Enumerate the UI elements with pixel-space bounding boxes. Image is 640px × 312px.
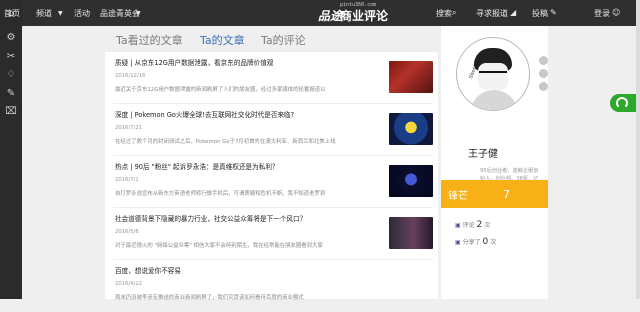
tab-comments[interactable]: Ta的评论: [261, 32, 306, 48]
article-title[interactable]: 热点 | 90后 "粉丝" 起诉罗永浩：是真维权还是为私利？: [115, 161, 279, 171]
list-item[interactable]: 百度，想说爱你不容易 2016/4/22 周末仍旧被李彦宏推送的商业新闻刷屏了，…: [113, 260, 433, 312]
article-thumbnail[interactable]: [389, 61, 433, 93]
avatar-body: [470, 90, 518, 110]
article-thumbnail[interactable]: [389, 165, 433, 197]
home-link[interactable]: 首页: [4, 8, 20, 19]
list-item[interactable]: 质疑 | 从京东12G用户数据泄露，看京东的品牌价值观 2016/12/16 最…: [113, 52, 433, 104]
article-excerpt: 在经过了数个月的封闭测试之后，Pokemon Go于7月初首先在澳大利亚、新西兰…: [115, 139, 336, 145]
article-thumbnail[interactable]: [389, 217, 433, 249]
megaphone-icon[interactable]: ◢: [510, 8, 516, 17]
author-profile-card: Shere Two 王子健 95后创业者，蓝鲸企服创始人，创业邦、36氪、亿欧网…: [441, 26, 548, 299]
lock-icon[interactable]: ⌧: [5, 106, 17, 118]
article-excerpt: 自打罗永浩宣布从新东方英语老师转行做手机后，可谓质疑和危机不断。我不知道老罗到: [115, 191, 326, 197]
user-icon[interactable]: ☺: [612, 8, 620, 17]
login-link[interactable]: 登录: [594, 8, 610, 19]
share-label: 分享了: [462, 239, 481, 246]
site-logo[interactable]: pintu360.com 品途 商业评论: [318, 2, 408, 23]
scrollbar[interactable]: [636, 0, 640, 299]
avatar[interactable]: Shere Two: [456, 37, 530, 111]
top-bar: 首页 频道 ▼ 活动 品途青英会 ▼ pintu360.com 品途 商业评论 …: [4, 0, 640, 26]
article-feed: 质疑 | 从京东12G用户数据泄露，看京东的品牌价值观 2016/12/16 最…: [105, 52, 438, 301]
comment-label: 评论: [462, 222, 475, 229]
badge-value: 7: [503, 188, 510, 201]
edit-icon[interactable]: ✎: [550, 8, 557, 17]
comment-icon: ▣: [455, 222, 461, 229]
badge-bar: 锋芒 7: [441, 180, 548, 208]
share-option-icon[interactable]: [539, 69, 548, 78]
share-unit: 次: [490, 239, 497, 246]
list-item[interactable]: 深度 | Pokemon Go火爆全球!去互联网社交化时代是否来临? 2016/…: [113, 104, 433, 156]
nav-channel[interactable]: 频道: [36, 8, 52, 19]
hat-icon[interactable]: ♢: [5, 69, 17, 81]
list-item[interactable]: 热点 | 90后 "粉丝" 起诉罗永浩：是真维权还是为私利？ 2016/7/1 …: [113, 156, 433, 208]
submit-article-link[interactable]: 投稿: [532, 8, 548, 19]
request-coverage-link[interactable]: 寻求报道: [476, 8, 508, 19]
article-date: 2016/5/6: [115, 229, 139, 235]
share-icon: ▣: [455, 239, 461, 246]
logo-mark: 品途: [318, 9, 343, 23]
share-value: 0: [482, 237, 489, 247]
list-item[interactable]: 社会道德背景下隐藏的暴力行业，社交公益众筹将是下一个风口？ 2016/5/6 对…: [113, 208, 433, 260]
comment-unit: 次: [484, 222, 491, 229]
search-icon[interactable]: ⌕: [452, 8, 456, 18]
article-date: 2016/4/22: [115, 281, 143, 287]
chevron-down-icon: ▼: [58, 10, 63, 17]
comment-value: 2: [476, 220, 483, 230]
share-count: ▣ 分享了 0 次: [455, 237, 496, 247]
tab-my-articles[interactable]: Ta的文章: [200, 32, 245, 48]
article-excerpt: 周末仍旧被李彦宏推送的商业新闻刷屏了，我们究竟该如何看待百度的商业模式: [115, 295, 304, 301]
badge-label: 锋芒: [448, 191, 468, 202]
article-date: 2016/7/1: [115, 177, 139, 183]
article-excerpt: 对于最近很火的 "网络公益众筹" 相信大家不会特别陌生，我在经常能在朋友圈看到大…: [115, 243, 323, 249]
article-date: 2016/12/16: [115, 73, 146, 79]
site-name: 商业评论: [340, 9, 389, 23]
nav-activity[interactable]: 活动: [74, 8, 90, 19]
tab-viewed-articles[interactable]: Ta看过的文章: [116, 32, 183, 48]
author-name: 王子健: [468, 149, 498, 160]
settings-icon[interactable]: ⚙: [5, 32, 17, 44]
search-link[interactable]: 搜索: [436, 8, 452, 19]
article-title[interactable]: 深度 | Pokemon Go火爆全球!去互联网社交化时代是否来临?: [115, 109, 294, 119]
article-excerpt: 最近关于京东12G用户数据泄露的新闻刷屏了人们的朋友圈，经过多家媒体的轮番报道以: [115, 87, 326, 93]
avatar-glasses: [479, 71, 507, 79]
wifi-icon: [616, 97, 628, 109]
nav-elite-club[interactable]: 品途青英会: [100, 8, 140, 19]
article-title[interactable]: 百度，想说爱你不容易: [115, 265, 181, 275]
left-rail: ⌂ ⚙ ✂ ♢ ✎ ⌧: [0, 0, 22, 299]
comment-count: ▣ 评论 2 次: [455, 220, 490, 230]
chevron-down-icon: ▼: [136, 10, 141, 17]
share-options: [539, 56, 548, 96]
tools-icon[interactable]: ✂: [5, 51, 17, 63]
article-title[interactable]: 社会道德背景下隐藏的暴力行业，社交公益众筹将是下一个风口？: [115, 213, 306, 223]
profile-tabs: Ta看过的文章 Ta的文章 Ta的评论: [116, 32, 436, 52]
article-title[interactable]: 质疑 | 从京东12G用户数据泄露，看京东的品牌价值观: [115, 57, 273, 67]
article-date: 2016/7/21: [115, 125, 143, 131]
share-option-icon[interactable]: [539, 56, 548, 65]
article-thumbnail[interactable]: [389, 113, 433, 145]
share-option-icon[interactable]: [539, 82, 548, 91]
pen-icon[interactable]: ✎: [5, 88, 17, 100]
